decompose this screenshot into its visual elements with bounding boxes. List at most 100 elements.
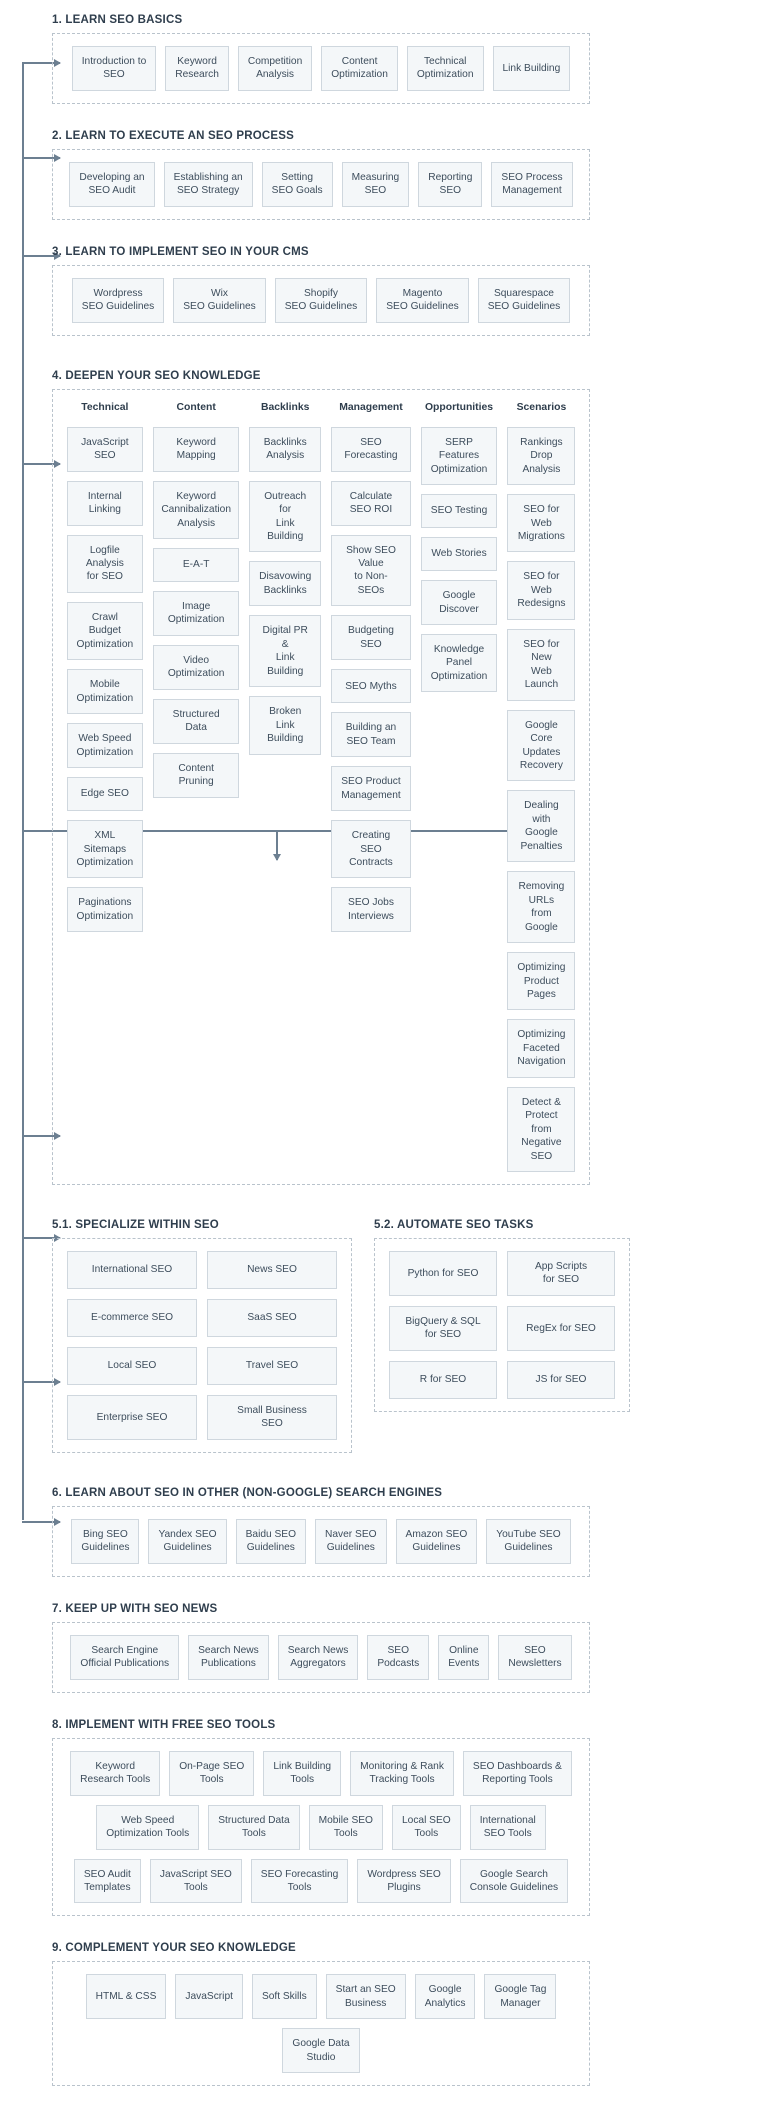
roadmap-node-basics[interactable]: Link Building: [492, 46, 571, 91]
roadmap-node-tool[interactable]: Google Search Console Guidelines: [459, 1858, 569, 1904]
roadmap-node-deepen[interactable]: Logfile Analysis for SEO: [66, 534, 144, 593]
roadmap-node-news[interactable]: SEO Newsletters: [498, 1634, 572, 1680]
roadmap-node-deepen[interactable]: Web Speed Optimization: [66, 723, 144, 769]
roadmap-node-deepen[interactable]: Content Pruning: [153, 752, 240, 798]
roadmap-node-news[interactable]: SEO Podcasts: [367, 1634, 430, 1680]
roadmap-node-tool[interactable]: SEO Dashboards & Reporting Tools: [462, 1750, 572, 1796]
roadmap-node-deepen[interactable]: Creating SEO Contracts: [331, 820, 411, 879]
roadmap-node-automate[interactable]: App Scripts for SEO: [507, 1251, 615, 1296]
roadmap-node-process[interactable]: Reporting SEO: [418, 161, 483, 207]
roadmap-node-deepen[interactable]: Image Optimization: [153, 590, 240, 636]
roadmap-node-complement[interactable]: JavaScript: [175, 1974, 243, 2020]
roadmap-node-basics[interactable]: Introduction to SEO: [71, 46, 157, 91]
roadmap-node-cms[interactable]: Magento SEO Guidelines: [376, 277, 469, 323]
roadmap-node-specialize[interactable]: SaaS SEO: [207, 1299, 337, 1338]
roadmap-node-cms[interactable]: Shopify SEO Guidelines: [274, 277, 368, 323]
roadmap-node-tool[interactable]: Mobile SEO Tools: [308, 1804, 383, 1850]
roadmap-node-complement[interactable]: HTML & CSS: [85, 1974, 167, 2020]
roadmap-node-deepen[interactable]: Knowledge Panel Optimization: [420, 633, 498, 693]
roadmap-node-deepen[interactable]: Mobile Optimization: [66, 669, 144, 715]
roadmap-node-tool[interactable]: SEO Audit Templates: [73, 1858, 141, 1904]
roadmap-node-basics[interactable]: Competition Analysis: [237, 46, 313, 91]
roadmap-node-deepen[interactable]: SEO for Web Migrations: [507, 494, 576, 553]
roadmap-node-search-engine[interactable]: Bing SEO Guidelines: [71, 1518, 140, 1564]
roadmap-node-deepen[interactable]: Dealing with Google Penalties: [507, 790, 576, 863]
roadmap-node-automate[interactable]: RegEx for SEO: [507, 1305, 615, 1351]
roadmap-node-deepen[interactable]: SEO Jobs Interviews: [331, 887, 411, 933]
roadmap-node-tool[interactable]: JavaScript SEO Tools: [149, 1858, 242, 1904]
roadmap-node-deepen[interactable]: XML Sitemaps Optimization: [66, 820, 144, 879]
roadmap-node-deepen[interactable]: Google Discover: [420, 580, 498, 625]
roadmap-node-deepen[interactable]: Edge SEO: [66, 777, 144, 812]
roadmap-node-automate[interactable]: BigQuery & SQL for SEO: [389, 1305, 497, 1351]
roadmap-node-deepen[interactable]: Broken Link Building: [249, 696, 322, 755]
roadmap-node-automate[interactable]: R for SEO: [389, 1360, 497, 1399]
roadmap-node-search-engine[interactable]: Yandex SEO Guidelines: [148, 1518, 227, 1564]
roadmap-node-deepen[interactable]: Removing URLs from Google: [507, 871, 576, 944]
roadmap-node-deepen[interactable]: Calculate SEO ROI: [331, 480, 411, 526]
roadmap-node-complement[interactable]: Start an SEO Business: [325, 1974, 406, 2020]
roadmap-node-deepen[interactable]: Rankings Drop Analysis: [507, 426, 576, 486]
roadmap-node-deepen[interactable]: SEO for New Web Launch: [507, 628, 576, 701]
roadmap-node-news[interactable]: Search News Publications: [188, 1634, 269, 1680]
roadmap-node-deepen[interactable]: SEO Testing: [420, 494, 498, 529]
roadmap-node-deepen[interactable]: SEO for Web Redesigns: [507, 561, 576, 620]
roadmap-node-tool[interactable]: Structured Data Tools: [208, 1804, 300, 1850]
roadmap-node-deepen[interactable]: Structured Data: [153, 698, 240, 744]
roadmap-node-cms[interactable]: Squarespace SEO Guidelines: [477, 277, 571, 323]
roadmap-node-tool[interactable]: International SEO Tools: [469, 1804, 546, 1850]
roadmap-node-search-engine[interactable]: Naver SEO Guidelines: [315, 1518, 387, 1564]
roadmap-node-process[interactable]: SEO Process Management: [491, 161, 573, 207]
roadmap-node-automate[interactable]: JS for SEO: [507, 1360, 615, 1399]
roadmap-node-cms[interactable]: Wix SEO Guidelines: [173, 277, 266, 323]
roadmap-node-deepen[interactable]: Internal Linking: [66, 480, 144, 526]
roadmap-node-deepen[interactable]: Outreach for Link Building: [249, 480, 322, 553]
roadmap-node-deepen[interactable]: Building an SEO Team: [331, 712, 411, 758]
roadmap-node-deepen[interactable]: Disavowing Backlinks: [249, 561, 322, 607]
roadmap-node-deepen[interactable]: SEO Myths: [331, 669, 411, 704]
roadmap-node-deepen[interactable]: E-A-T: [153, 547, 240, 582]
roadmap-node-process[interactable]: Setting SEO Goals: [261, 161, 333, 207]
roadmap-node-deepen[interactable]: SEO Forecasting: [331, 426, 411, 472]
roadmap-node-deepen[interactable]: Keyword Mapping: [153, 426, 240, 472]
roadmap-node-tool[interactable]: Monitoring & Rank Tracking Tools: [350, 1750, 454, 1796]
roadmap-node-deepen[interactable]: Google Core Updates Recovery: [507, 709, 576, 782]
roadmap-node-tool[interactable]: Link Building Tools: [263, 1750, 342, 1796]
roadmap-node-process[interactable]: Establishing an SEO Strategy: [163, 161, 253, 207]
roadmap-node-specialize[interactable]: International SEO: [67, 1251, 197, 1290]
roadmap-node-tool[interactable]: Wordpress SEO Plugins: [357, 1858, 451, 1904]
roadmap-node-deepen[interactable]: JavaScript SEO: [66, 426, 144, 472]
roadmap-node-specialize[interactable]: News SEO: [207, 1251, 337, 1290]
roadmap-node-deepen[interactable]: Detect & Protect from Negative SEO: [507, 1086, 576, 1173]
roadmap-node-deepen[interactable]: Keyword Cannibalization Analysis: [153, 480, 240, 539]
roadmap-node-specialize[interactable]: Small Business SEO: [207, 1395, 337, 1440]
roadmap-node-deepen[interactable]: Backlinks Analysis: [249, 426, 322, 472]
roadmap-node-deepen[interactable]: SERP Features Optimization: [420, 426, 498, 486]
roadmap-node-deepen[interactable]: Video Optimization: [153, 644, 240, 690]
roadmap-node-specialize[interactable]: Travel SEO: [207, 1347, 337, 1386]
roadmap-node-specialize[interactable]: Enterprise SEO: [67, 1395, 197, 1440]
roadmap-node-deepen[interactable]: Budgeting SEO: [331, 615, 411, 661]
roadmap-node-cms[interactable]: Wordpress SEO Guidelines: [71, 277, 165, 323]
roadmap-node-deepen[interactable]: Optimizing Faceted Navigation: [507, 1019, 576, 1078]
roadmap-node-complement[interactable]: Google Tag Manager: [484, 1974, 557, 2020]
roadmap-node-deepen[interactable]: SEO Product Management: [331, 766, 411, 812]
roadmap-node-tool[interactable]: Local SEO Tools: [391, 1804, 461, 1850]
roadmap-node-deepen[interactable]: Digital PR & Link Building: [249, 615, 322, 688]
roadmap-node-news[interactable]: Search Engine Official Publications: [70, 1634, 180, 1680]
roadmap-node-search-engine[interactable]: YouTube SEO Guidelines: [486, 1518, 571, 1564]
roadmap-node-tool[interactable]: On-Page SEO Tools: [169, 1750, 255, 1796]
roadmap-node-deepen[interactable]: Web Stories: [420, 537, 498, 572]
roadmap-node-tool[interactable]: Web Speed Optimization Tools: [96, 1804, 200, 1850]
roadmap-node-specialize[interactable]: Local SEO: [67, 1347, 197, 1386]
roadmap-node-basics[interactable]: Technical Optimization: [406, 46, 484, 91]
roadmap-node-complement[interactable]: Soft Skills: [251, 1974, 317, 2020]
roadmap-node-automate[interactable]: Python for SEO: [389, 1251, 497, 1296]
roadmap-node-search-engine[interactable]: Baidu SEO Guidelines: [235, 1518, 307, 1564]
roadmap-node-news[interactable]: Search News Aggregators: [277, 1634, 359, 1680]
roadmap-node-process[interactable]: Developing an SEO Audit: [69, 161, 155, 207]
roadmap-node-complement[interactable]: Google Data Studio: [282, 2028, 360, 2074]
roadmap-node-basics[interactable]: Keyword Research: [165, 46, 229, 91]
roadmap-node-search-engine[interactable]: Amazon SEO Guidelines: [395, 1518, 478, 1564]
roadmap-node-tool[interactable]: Keyword Research Tools: [70, 1750, 161, 1796]
